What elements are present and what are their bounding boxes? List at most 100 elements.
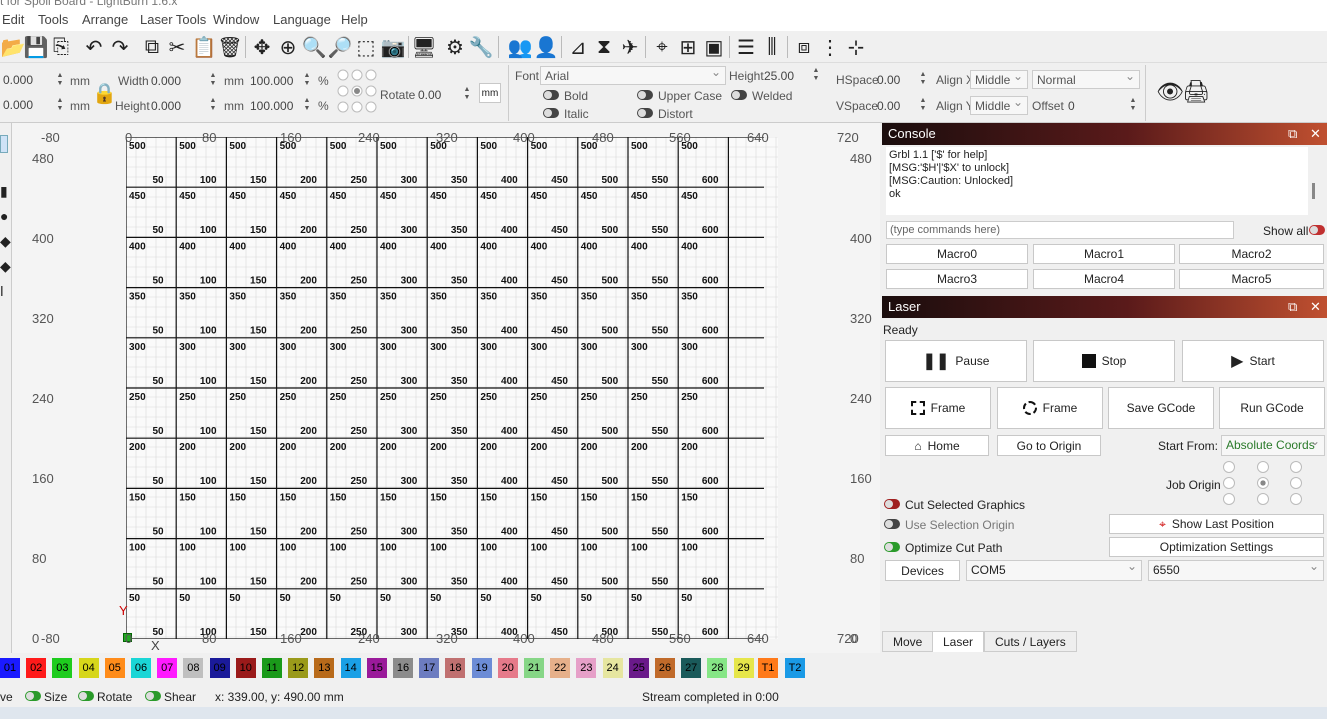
show-last-position-button[interactable]: ⌖ Show Last Position [1109, 514, 1324, 534]
layer-swatch-06[interactable]: 06 [131, 658, 151, 678]
target-icon[interactable]: ⌖ [649, 34, 675, 60]
monitor-icon[interactable]: 🖥 [411, 34, 437, 60]
delete-icon[interactable]: 🗑 [217, 34, 243, 60]
font-height-spinner[interactable]: ▲ ▼ [811, 67, 821, 86]
height-field[interactable]: 0.000 [151, 99, 181, 113]
optimization-settings-button[interactable]: Optimization Settings [1109, 537, 1324, 557]
distribute-icon[interactable]: ▣ [701, 34, 727, 60]
origin-radio[interactable] [1290, 477, 1302, 489]
menu-edit[interactable]: Edit [2, 12, 24, 27]
layer-swatch-03[interactable]: 03 [52, 658, 73, 678]
y-position-field[interactable]: 0.000 [0, 96, 52, 115]
stop-button[interactable]: Stop [1033, 340, 1175, 382]
welded-toggle[interactable] [731, 90, 747, 100]
frame-circle-button[interactable]: Frame [997, 387, 1103, 429]
vspace-spinner[interactable]: ▲ ▼ [918, 97, 928, 116]
cut-icon[interactable]: ✂ [164, 34, 190, 60]
layer-swatch-05[interactable]: 05 [104, 658, 125, 678]
origin-radio[interactable] [1223, 493, 1235, 505]
zoom-fit-icon[interactable]: ⊕ [275, 34, 301, 60]
device-select[interactable]: 6550 [1148, 559, 1324, 581]
x-position-field[interactable]: 0.000 [0, 71, 52, 90]
menu-language[interactable]: Language [273, 12, 331, 27]
macro1-button[interactable]: Macro1 [1033, 244, 1175, 264]
undo-icon[interactable]: ↶ [81, 34, 107, 60]
shear-toggle[interactable] [145, 691, 161, 701]
menu-laser-tools[interactable]: Laser Tools [140, 12, 206, 27]
run-gcode-button[interactable]: Run GCode [1219, 387, 1325, 429]
layer-swatch-09[interactable]: 09 [209, 658, 230, 678]
float-icon[interactable]: ⧉ [1288, 126, 1297, 142]
layer-swatch-12[interactable]: 12 [288, 658, 309, 678]
layer-swatch-21[interactable]: 21 [524, 658, 544, 678]
macro0-button[interactable]: Macro0 [886, 244, 1028, 264]
text-tool-icon[interactable]: ◆ [0, 258, 11, 275]
paste-icon[interactable]: 📋 [191, 34, 217, 60]
origin-radio[interactable] [1223, 477, 1235, 489]
origin-radio[interactable] [1223, 461, 1235, 473]
align-icon[interactable]: ⊞ [675, 34, 701, 60]
rotate-spinner[interactable]: ▲ ▼ [462, 86, 472, 105]
polygon-tool-icon[interactable]: ◆ [0, 233, 11, 250]
user-icon[interactable]: 👤 [533, 34, 559, 60]
origin-radio-selected[interactable] [1257, 477, 1269, 489]
layer-swatch-02[interactable]: 02 [26, 658, 47, 678]
send-icon[interactable]: ✈ [617, 34, 643, 60]
align-y-select[interactable]: Middle [970, 95, 1028, 115]
zoom-in-icon[interactable]: 🔍 [301, 34, 327, 60]
devices-button[interactable]: Devices [885, 560, 960, 581]
tab-laser[interactable]: Laser [932, 631, 985, 652]
start-from-select[interactable]: Absolute Coords [1221, 434, 1325, 456]
rotate-field[interactable]: 0.00 [418, 88, 441, 102]
rect-tool-icon[interactable]: ▮ [0, 183, 8, 200]
menu-window[interactable]: Window [213, 12, 259, 27]
x-spinner[interactable]: ▲ ▼ [55, 72, 65, 91]
console-scrollbar[interactable] [1312, 183, 1315, 199]
ellipse-tool-icon[interactable]: ● [0, 208, 8, 224]
layer-swatch-25[interactable]: 25 [628, 658, 649, 678]
select-frame-icon[interactable]: ⬚ [353, 34, 379, 60]
font-height-field[interactable]: 25.00 [764, 69, 794, 83]
macro3-button[interactable]: Macro3 [886, 269, 1028, 289]
align-x-select[interactable]: Middle [970, 69, 1028, 89]
optimize-cut-path-toggle[interactable] [884, 542, 900, 552]
pen-tool-icon[interactable]: ǀ [0, 283, 4, 299]
rotate-unit-button[interactable]: mm [479, 83, 501, 103]
hspace-spinner[interactable]: ▲ ▼ [918, 71, 928, 90]
scale-w-spinner[interactable]: ▲ ▼ [302, 72, 312, 91]
layer-swatch-07[interactable]: 07 [157, 658, 178, 678]
zoom-out-icon[interactable]: 🔎 [327, 34, 353, 60]
workspace-canvas[interactable]: 500 50 500 100 500 150 500 200 500 250 500 300 500 35… [12, 123, 880, 653]
italic-toggle[interactable] [543, 108, 559, 118]
layer-swatch-23[interactable]: 23 [576, 658, 597, 678]
eye-icon[interactable]: 👁 [1156, 79, 1184, 105]
layer-swatch-T1[interactable]: T1 [758, 658, 778, 678]
text-mode-select[interactable]: Normal [1032, 69, 1140, 89]
port-select[interactable]: COM5 [966, 559, 1142, 581]
space-h-icon[interactable]: ⊹ [843, 34, 869, 60]
offset-spinner[interactable]: ▲ ▼ [1128, 97, 1138, 116]
menu-help[interactable]: Help [341, 12, 368, 27]
layer-swatch-15[interactable]: 15 [366, 658, 387, 678]
start-button[interactable]: ▶ Start [1182, 340, 1324, 382]
layer-swatch-24[interactable]: 24 [602, 658, 623, 678]
macro5-button[interactable]: Macro5 [1179, 269, 1324, 289]
scale-h-spinner[interactable]: ▲ ▼ [302, 97, 312, 116]
macro2-button[interactable]: Macro2 [1179, 244, 1324, 264]
font-select[interactable]: Arial [540, 65, 726, 85]
close-icon[interactable]: ✕ [1310, 126, 1321, 142]
layer-swatch-10[interactable]: 10 [235, 658, 256, 678]
layer-swatch-20[interactable]: 20 [497, 658, 518, 678]
align-v-icon[interactable]: ☰ [733, 34, 759, 60]
tab-cuts-layers[interactable]: Cuts / Layers [984, 631, 1077, 652]
home-button[interactable]: ⌂ Home [885, 435, 989, 456]
import-icon[interactable]: ⎘ [48, 34, 74, 60]
layer-swatch-13[interactable]: 13 [314, 658, 335, 678]
select-tool-icon[interactable] [0, 135, 8, 153]
origin-radio[interactable] [1257, 493, 1269, 505]
arrange-icon[interactable]: ⧈ [791, 34, 817, 60]
save-gcode-button[interactable]: Save GCode [1108, 387, 1214, 429]
bold-toggle[interactable] [543, 90, 559, 100]
size-toggle[interactable] [25, 691, 41, 701]
layer-swatch-11[interactable]: 11 [262, 658, 282, 678]
